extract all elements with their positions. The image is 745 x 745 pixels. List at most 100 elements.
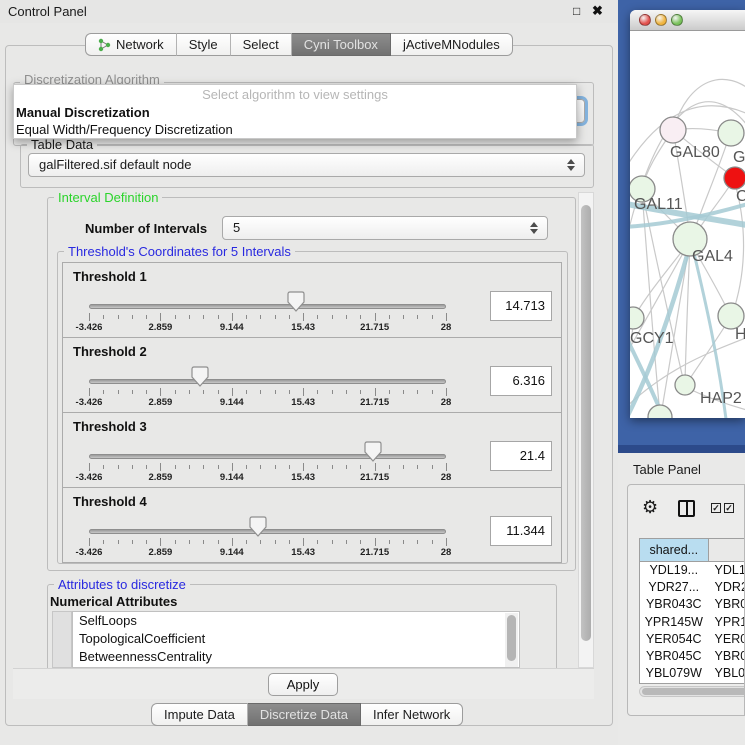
network-node-label: HAP2 xyxy=(700,390,742,407)
threshold-label: Threshold 2 xyxy=(73,344,147,359)
threshold-value-field[interactable]: 11.344 xyxy=(490,516,552,546)
network-view-window[interactable]: GAL80GACGAL11GAL4GCY1HHAP2 xyxy=(630,10,745,418)
slider-thumb[interactable] xyxy=(191,366,209,387)
tab-style[interactable]: Style xyxy=(177,33,231,56)
threshold-panel-3: Threshold 3-3.4262.8599.14415.4321.71528… xyxy=(62,412,562,488)
cell-name: YER0 xyxy=(709,631,745,648)
network-node-label: GAL80 xyxy=(670,144,720,161)
cell-shared-name: YDR27... xyxy=(640,579,709,596)
cell-shared-name: YBR045C xyxy=(640,648,709,665)
cell-shared-name: YLR345W xyxy=(640,682,709,684)
desktop-divider xyxy=(618,445,745,453)
slider-thumb[interactable] xyxy=(287,291,305,312)
attribute-list-item[interactable]: SelfLoops xyxy=(73,612,519,630)
numerical-attributes-label: Numerical Attributes xyxy=(50,594,177,609)
table-data-combo[interactable]: galFiltered.sif default node xyxy=(28,153,585,177)
table-row[interactable]: YER054CYER0 xyxy=(640,631,745,648)
network-node-green[interactable] xyxy=(675,375,695,395)
tab-cyni-toolbox-label: Cyni Toolbox xyxy=(304,34,378,55)
column-header-name[interactable]: na xyxy=(709,539,745,561)
table-row[interactable]: YPR145WYPR1 xyxy=(640,614,745,631)
cell-name: YDL1 xyxy=(709,562,745,579)
network-node-label: C xyxy=(736,188,745,205)
zoom-traffic-light-icon[interactable] xyxy=(671,14,683,26)
network-node-red[interactable] xyxy=(724,167,745,189)
tab-select[interactable]: Select xyxy=(231,33,292,56)
popup-item-equal-width[interactable]: Equal Width/Frequency Discretization xyxy=(14,121,576,138)
slider-track[interactable] xyxy=(89,454,446,459)
tab-infer-network[interactable]: Infer Network xyxy=(361,703,463,726)
cell-shared-name: YER054C xyxy=(640,631,709,648)
column-header-shared-name[interactable]: shared... xyxy=(640,539,709,561)
gear-icon[interactable]: ⚙ xyxy=(642,497,658,518)
node-table[interactable]: shared... na YDL19...YDL1YDR27...YDR2YBR… xyxy=(639,538,745,684)
threshold-value-field[interactable]: 21.4 xyxy=(490,441,552,471)
apply-button[interactable]: Apply xyxy=(268,673,338,696)
numerical-attributes-list[interactable]: SelfLoopsTopologicalCoefficientBetweenne… xyxy=(72,611,520,668)
number-of-intervals-combo[interactable]: 5 xyxy=(222,216,548,240)
table-row[interactable]: YLR345WYLR3 xyxy=(640,682,745,684)
tab-network-label: Network xyxy=(116,34,164,55)
apply-strip: Apply xyxy=(13,668,594,699)
table-panel-body: ⚙ ✓ ✓ shared... na YDL19...YDL1YDR27...Y… xyxy=(627,484,745,716)
table-rows: YDL19...YDL1YDR27...YDR2YBR043CYBR0YPR14… xyxy=(640,562,745,684)
network-icon xyxy=(98,38,111,52)
cell-name: YBR0 xyxy=(709,648,745,665)
cell-name: YDR2 xyxy=(709,579,745,596)
minimize-traffic-light-icon[interactable] xyxy=(655,14,667,26)
tab-discretize-data-label: Discretize Data xyxy=(260,704,348,725)
table-row[interactable]: YBR045CYBR0 xyxy=(640,648,745,665)
popup-item-manual-discretization[interactable]: Manual Discretization xyxy=(14,104,576,121)
network-canvas[interactable]: GAL80GACGAL11GAL4GCY1HHAP2 xyxy=(630,31,745,418)
combo-stepper-icon xyxy=(530,222,538,234)
slider-ticks xyxy=(89,313,446,322)
network-node-pink[interactable] xyxy=(660,117,686,143)
combo-stepper-icon xyxy=(567,159,575,171)
slider-track[interactable] xyxy=(89,304,446,309)
slider-track[interactable] xyxy=(89,379,446,384)
table-row[interactable]: YBR043CYBR0 xyxy=(640,596,745,613)
table-panel-title: Table Panel xyxy=(633,462,701,477)
network-node-label: GAL4 xyxy=(692,248,733,265)
slider-thumb[interactable] xyxy=(249,516,267,537)
table-data-group-title: Table Data xyxy=(27,137,97,152)
float-window-icon[interactable]: □ xyxy=(573,4,580,18)
slider-track[interactable] xyxy=(89,529,446,534)
slider-thumb[interactable] xyxy=(364,441,382,462)
table-row[interactable]: YDR27...YDR2 xyxy=(640,579,745,596)
close-traffic-light-icon[interactable] xyxy=(639,14,651,26)
network-node-label: GCY1 xyxy=(630,330,674,347)
tab-impute-data[interactable]: Impute Data xyxy=(151,703,248,726)
network-node-label: GAL11 xyxy=(634,196,683,213)
cell-shared-name: YBL079W xyxy=(640,665,709,682)
attribute-list-item[interactable]: BetweennessCentrality xyxy=(73,648,519,666)
close-icon[interactable]: ✖ xyxy=(592,3,603,19)
tab-cyni-toolbox[interactable]: Cyni Toolbox xyxy=(292,33,391,56)
tab-discretize-data[interactable]: Discretize Data xyxy=(248,703,361,726)
algorithm-dropdown-popup: Select algorithm to view settings Manual… xyxy=(13,84,577,139)
network-node-green[interactable] xyxy=(648,405,672,418)
cell-name: YPR1 xyxy=(709,614,745,631)
popup-placeholder-item[interactable]: Select algorithm to view settings xyxy=(14,85,576,104)
settings-vertical-scrollbar[interactable] xyxy=(578,192,594,668)
table-horizontal-scrollbar[interactable] xyxy=(639,686,745,697)
checkbox-icon[interactable]: ✓ xyxy=(724,503,734,513)
network-node-green[interactable] xyxy=(718,120,744,146)
attributes-list-scrollbar[interactable] xyxy=(505,613,518,668)
cell-name: YBL0 xyxy=(709,665,745,682)
network-edge[interactable] xyxy=(687,318,730,383)
tab-jactivemnodules[interactable]: jActiveMNodules xyxy=(391,33,513,56)
threshold-value-field[interactable]: 6.316 xyxy=(490,366,552,396)
table-toolbar: ⚙ ✓ ✓ xyxy=(628,485,744,533)
cell-shared-name: YPR145W xyxy=(640,614,709,631)
attribute-list-item[interactable]: TopologicalCoefficient xyxy=(73,630,519,648)
threshold-label: Threshold 4 xyxy=(73,494,147,509)
table-row[interactable]: YDL19...YDL1 xyxy=(640,562,745,579)
tab-network[interactable]: Network xyxy=(85,33,177,56)
slider-scale-labels: -3.4262.8599.14415.4321.71528 xyxy=(89,397,446,409)
table-row[interactable]: YBL079WYBL0 xyxy=(640,665,745,682)
slider-ticks xyxy=(89,463,446,472)
split-columns-icon[interactable] xyxy=(678,500,695,517)
threshold-value-field[interactable]: 14.713 xyxy=(490,291,552,321)
checkbox-icon[interactable]: ✓ xyxy=(711,503,721,513)
